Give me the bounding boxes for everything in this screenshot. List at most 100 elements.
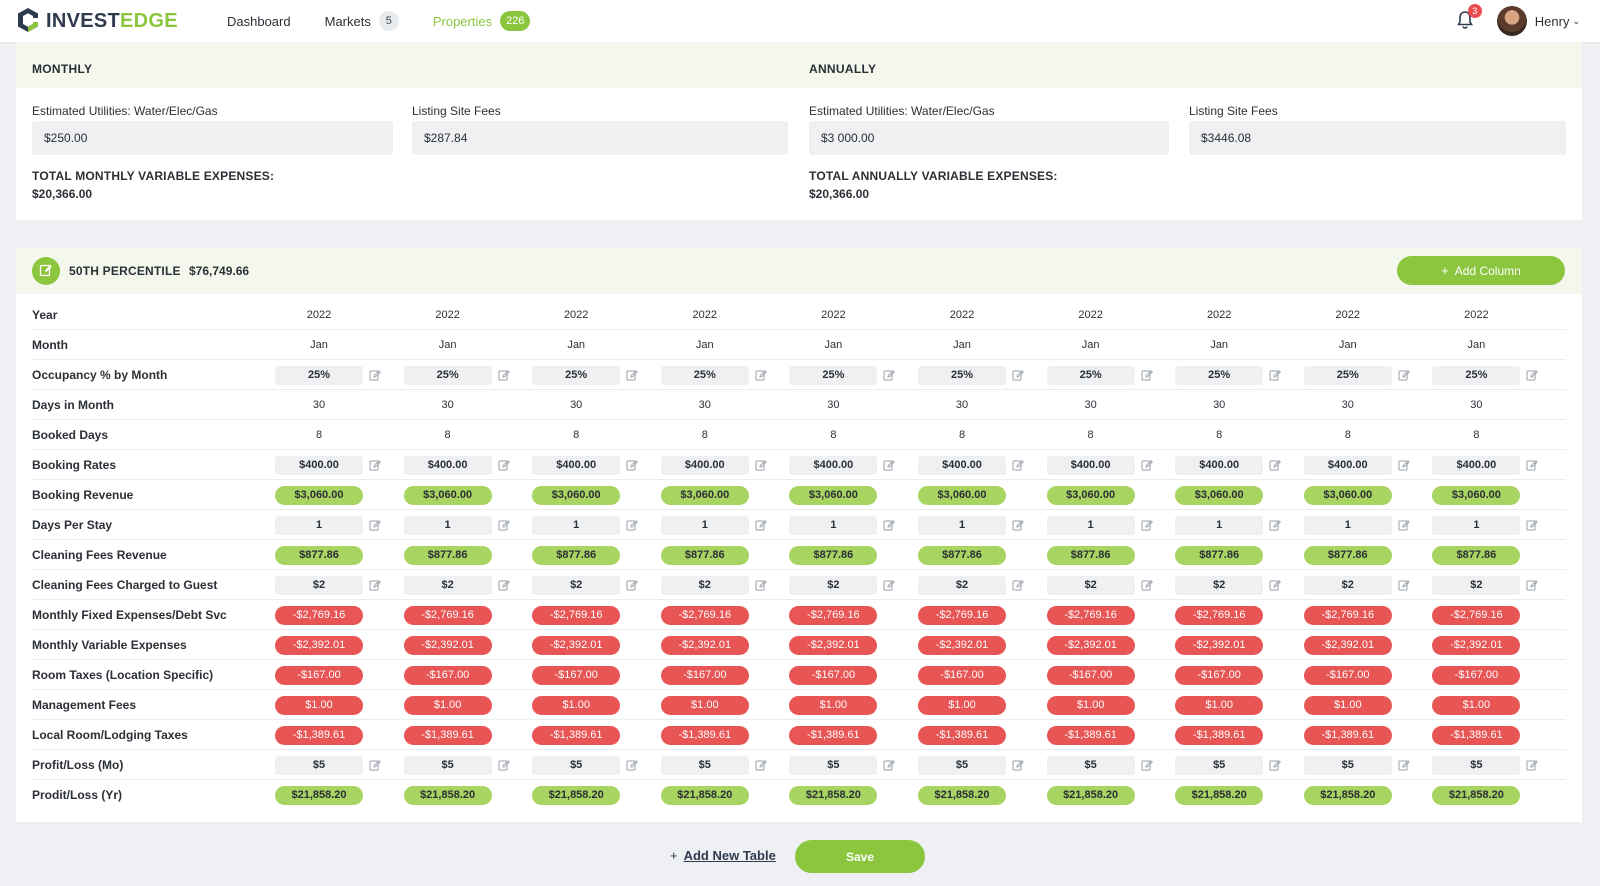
cell-input[interactable]: 25%: [660, 365, 749, 385]
cell-input[interactable]: 25%: [275, 365, 363, 385]
edit-icon[interactable]: [1141, 369, 1153, 381]
cell-input[interactable]: $5: [789, 755, 878, 775]
edit-icon[interactable]: [1526, 519, 1539, 531]
edit-icon[interactable]: [755, 579, 767, 591]
edit-icon[interactable]: [755, 759, 767, 771]
cell-input[interactable]: 1: [918, 515, 1006, 535]
edit-icon[interactable]: [1141, 459, 1153, 471]
edit-icon[interactable]: [1269, 759, 1282, 771]
edit-icon[interactable]: [1269, 519, 1282, 531]
cell-input[interactable]: $2: [275, 575, 363, 595]
cell-input[interactable]: $2: [403, 575, 492, 595]
cell-input[interactable]: 1: [1175, 515, 1264, 535]
edit-icon[interactable]: [369, 759, 381, 771]
edit-icon[interactable]: [755, 369, 767, 381]
edit-icon[interactable]: [498, 369, 510, 381]
edit-icon[interactable]: [883, 759, 896, 771]
edit-icon[interactable]: [883, 579, 896, 591]
monthly-utilities-input[interactable]: $250.00: [32, 121, 393, 155]
edit-icon[interactable]: [883, 369, 896, 381]
edit-icon[interactable]: [626, 369, 639, 381]
edit-icon[interactable]: [626, 579, 639, 591]
nav-link-properties[interactable]: Properties 226: [433, 11, 531, 31]
add-new-table-link[interactable]: + Add New Table: [670, 848, 776, 863]
edit-icon[interactable]: [369, 369, 381, 381]
edit-icon[interactable]: [626, 759, 639, 771]
edit-icon[interactable]: [626, 459, 639, 471]
edit-icon[interactable]: [369, 579, 381, 591]
edit-icon[interactable]: [1012, 759, 1024, 771]
cell-input[interactable]: $2: [918, 575, 1006, 595]
cell-input[interactable]: $400.00: [789, 455, 878, 475]
cell-input[interactable]: 1: [532, 515, 621, 535]
cell-input[interactable]: 1: [275, 515, 363, 535]
cell-input[interactable]: 25%: [403, 365, 492, 385]
edit-icon[interactable]: [1526, 579, 1539, 591]
edit-icon[interactable]: [755, 519, 767, 531]
user-menu[interactable]: Henry: [1535, 14, 1570, 29]
cell-input[interactable]: 25%: [1432, 365, 1521, 385]
edit-icon[interactable]: [1269, 369, 1282, 381]
cell-input[interactable]: $400.00: [660, 455, 749, 475]
edit-icon[interactable]: [1141, 519, 1153, 531]
cell-input[interactable]: 1: [660, 515, 749, 535]
cell-input[interactable]: 25%: [918, 365, 1006, 385]
cell-input[interactable]: $2: [660, 575, 749, 595]
cell-input[interactable]: 25%: [1175, 365, 1264, 385]
cell-input[interactable]: 1: [1046, 515, 1135, 535]
cell-input[interactable]: $2: [1303, 575, 1392, 595]
edit-icon[interactable]: [1012, 519, 1024, 531]
cell-input[interactable]: 25%: [1046, 365, 1135, 385]
cell-input[interactable]: 25%: [532, 365, 621, 385]
annual-utilities-input[interactable]: $3 000.00: [809, 121, 1169, 155]
avatar[interactable]: [1496, 6, 1527, 36]
cell-input[interactable]: 1: [1432, 515, 1521, 535]
cell-input[interactable]: $2: [789, 575, 878, 595]
cell-input[interactable]: $400.00: [1432, 455, 1521, 475]
cell-input[interactable]: $400.00: [1046, 455, 1135, 475]
nav-link-dashboard[interactable]: Dashboard: [227, 14, 291, 29]
edit-icon[interactable]: [369, 519, 381, 531]
cell-input[interactable]: $5: [403, 755, 492, 775]
edit-icon[interactable]: [1269, 579, 1282, 591]
annual-listing-fees-input[interactable]: $3446.08: [1189, 121, 1566, 155]
edit-icon[interactable]: [369, 459, 381, 471]
edit-icon[interactable]: [626, 519, 639, 531]
cell-input[interactable]: $5: [1046, 755, 1135, 775]
edit-icon[interactable]: [498, 759, 510, 771]
cell-input[interactable]: $5: [275, 755, 363, 775]
cell-input[interactable]: 25%: [789, 365, 878, 385]
edit-icon[interactable]: [883, 459, 896, 471]
chevron-down-icon[interactable]: ⌄: [1572, 16, 1580, 27]
edit-icon[interactable]: [1141, 759, 1153, 771]
add-column-button[interactable]: + Add Column: [1397, 256, 1565, 285]
cell-input[interactable]: $2: [1046, 575, 1135, 595]
edit-icon[interactable]: [1141, 579, 1153, 591]
nav-link-markets[interactable]: Markets 5: [325, 11, 399, 31]
edit-icon[interactable]: [1269, 459, 1282, 471]
cell-input[interactable]: $2: [532, 575, 621, 595]
edit-icon[interactable]: [1012, 369, 1024, 381]
cell-input[interactable]: 25%: [1303, 365, 1392, 385]
edit-icon[interactable]: [498, 519, 510, 531]
cell-input[interactable]: $400.00: [275, 455, 363, 475]
cell-input[interactable]: $2: [1432, 575, 1521, 595]
logo[interactable]: INVESTEDGE: [16, 7, 196, 36]
cell-input[interactable]: $400.00: [1303, 455, 1392, 475]
edit-icon[interactable]: [883, 519, 896, 531]
cell-input[interactable]: $400.00: [918, 455, 1006, 475]
edit-icon[interactable]: [1012, 579, 1024, 591]
cell-input[interactable]: $5: [918, 755, 1006, 775]
edit-icon[interactable]: [1398, 459, 1410, 471]
edit-icon[interactable]: [1398, 759, 1410, 771]
edit-icon[interactable]: [1526, 459, 1539, 471]
cell-input[interactable]: $5: [1303, 755, 1392, 775]
save-button[interactable]: Save: [795, 840, 925, 873]
edit-icon[interactable]: [1398, 519, 1410, 531]
notifications-button[interactable]: 3: [1455, 4, 1482, 32]
edit-icon[interactable]: [1526, 369, 1539, 381]
cell-input[interactable]: $5: [660, 755, 749, 775]
cell-input[interactable]: 1: [1303, 515, 1392, 535]
monthly-listing-fees-input[interactable]: $287.84: [412, 121, 788, 155]
edit-icon[interactable]: [1398, 369, 1410, 381]
